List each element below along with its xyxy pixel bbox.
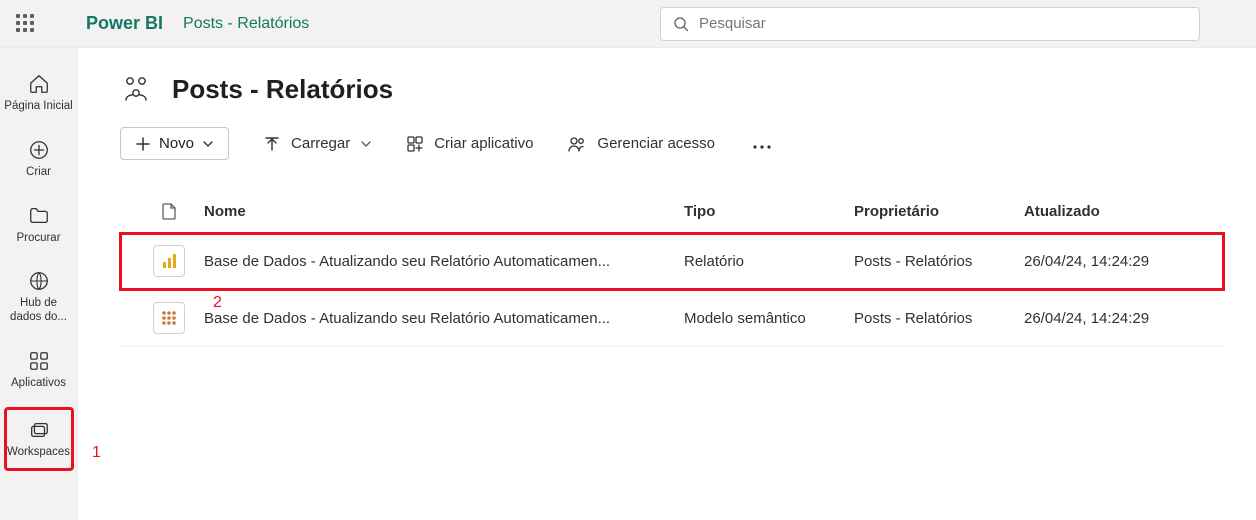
top-header: Power BI Posts - Relatórios (0, 0, 1256, 48)
onelake-icon (27, 269, 51, 293)
upload-icon (263, 135, 281, 153)
table-row[interactable]: Base de Dados - Atualizando seu Relatóri… (120, 290, 1224, 347)
annotation-1: 1 (92, 444, 101, 462)
nav-create[interactable]: Criar (4, 130, 74, 188)
nav-apps[interactable]: Aplicativos (4, 341, 74, 399)
plus-icon (135, 136, 151, 152)
workspace-title: Posts - Relatórios (172, 74, 393, 105)
search-box[interactable] (660, 7, 1200, 41)
create-app-button[interactable]: Criar aplicativo (406, 135, 533, 153)
nav-datahub-label: Hub de dados do... (4, 297, 74, 325)
cell-owner: Posts - Relatórios (854, 253, 1024, 270)
report-icon (153, 245, 185, 277)
app-icon (406, 135, 424, 153)
dataset-icon (153, 302, 185, 334)
cell-updated: 26/04/24, 14:24:29 (1024, 310, 1224, 327)
manage-access-button[interactable]: Gerenciar acesso (567, 135, 715, 153)
chevron-down-icon (360, 138, 372, 150)
new-button-label: Novo (159, 135, 194, 152)
breadcrumb[interactable]: Posts - Relatórios (183, 15, 309, 33)
cell-updated: 26/04/24, 14:24:29 (1024, 253, 1224, 270)
col-updated[interactable]: Atualizado (1024, 203, 1224, 220)
workspace-icon (120, 72, 152, 107)
new-button[interactable]: Novo (120, 127, 229, 160)
nav-apps-label: Aplicativos (11, 377, 66, 391)
cell-name: Base de Dados - Atualizando seu Relatóri… (204, 253, 684, 270)
create-app-label: Criar aplicativo (434, 135, 533, 152)
cell-type: Relatório (684, 253, 854, 270)
table-header: Nome Tipo Proprietário Atualizado (120, 190, 1224, 233)
content-table: Nome Tipo Proprietário Atualizado Base d… (120, 190, 1224, 347)
col-owner[interactable]: Proprietário (854, 203, 1024, 220)
file-icon-header (134, 202, 204, 220)
app-launcher-icon[interactable] (16, 14, 36, 34)
nav-browse[interactable]: Procurar (4, 196, 74, 254)
search-input[interactable] (699, 15, 1187, 32)
brand-link[interactable]: Power BI (86, 13, 163, 34)
toolbar: Novo Carregar Criar aplicativo Gerenciar… (120, 127, 1224, 160)
upload-label: Carregar (291, 135, 350, 152)
nav-workspaces-label: Workspaces (7, 446, 70, 460)
cell-owner: Posts - Relatórios (854, 310, 1024, 327)
more-icon (753, 145, 771, 149)
nav-home[interactable]: Página Inicial (4, 64, 74, 122)
col-name[interactable]: Nome (204, 203, 684, 220)
upload-button[interactable]: Carregar (263, 135, 372, 153)
plus-circle-icon (27, 138, 51, 162)
workspace-header: Posts - Relatórios (120, 72, 1224, 107)
nav-create-label: Criar (26, 166, 51, 180)
manage-access-label: Gerenciar acesso (597, 135, 715, 152)
workspaces-icon (27, 418, 51, 442)
table-row[interactable]: Base de Dados - Atualizando seu Relatóri… (120, 233, 1224, 290)
cell-name: Base de Dados - Atualizando seu Relatóri… (204, 310, 684, 327)
home-icon (27, 72, 51, 96)
people-icon (567, 135, 587, 153)
more-button[interactable] (749, 132, 775, 156)
chevron-down-icon (202, 138, 214, 150)
apps-icon (27, 349, 51, 373)
main-panel: 2 Posts - Relatórios Novo Carregar (78, 48, 1256, 520)
nav-datahub[interactable]: Hub de dados do... (4, 261, 74, 333)
nav-browse-label: Procurar (16, 232, 60, 246)
folder-icon (27, 204, 51, 228)
nav-workspaces[interactable]: Workspaces (4, 407, 74, 471)
left-nav: Página Inicial Criar Procurar Hub de dad… (0, 48, 78, 520)
cell-type: Modelo semântico (684, 310, 854, 327)
col-type[interactable]: Tipo (684, 203, 854, 220)
search-icon (673, 16, 689, 32)
nav-home-label: Página Inicial (4, 100, 72, 114)
